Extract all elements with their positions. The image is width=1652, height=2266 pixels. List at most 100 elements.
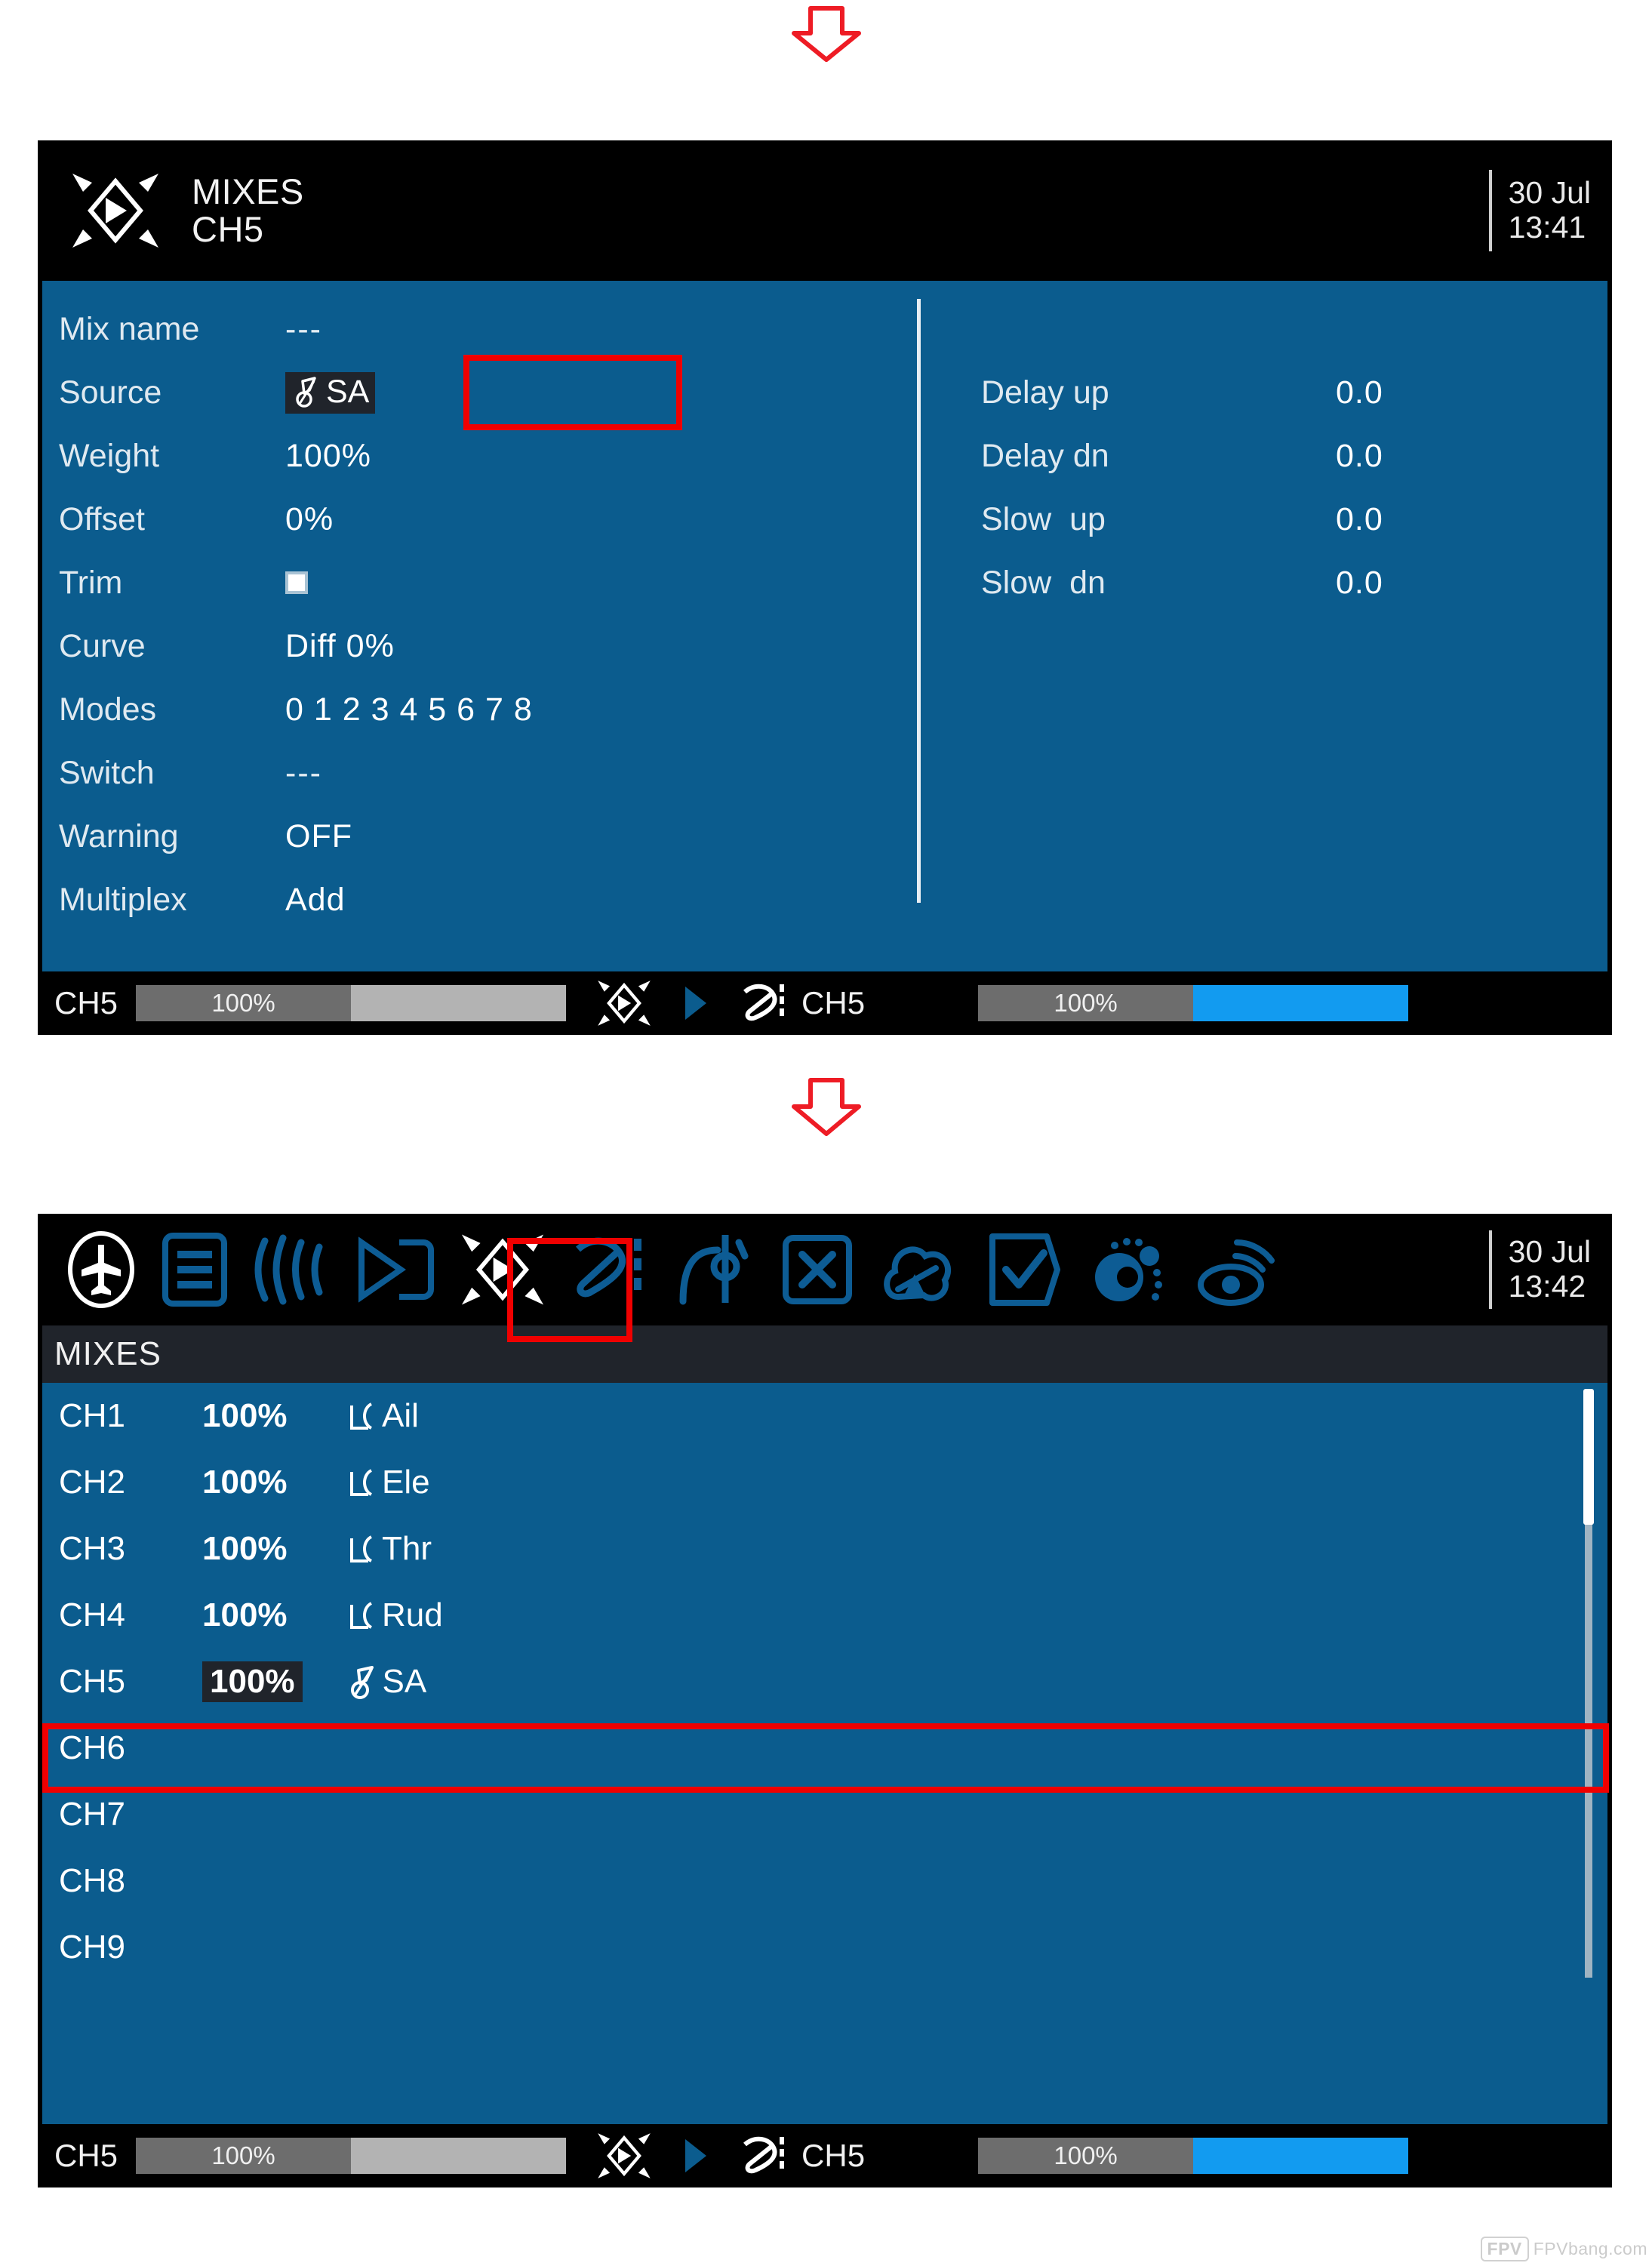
- custom-scripts-icon[interactable]: [972, 1230, 1075, 1309]
- clock-text: 30 Jul 13:41: [1508, 175, 1591, 245]
- status-left-gauge-fill: 100%: [136, 2138, 352, 2174]
- model-setup-icon[interactable]: [146, 1231, 243, 1308]
- mix-row-ch9[interactable]: CH9: [38, 1914, 1612, 1981]
- mix-row-ch4[interactable]: CH4 100% Rud: [38, 1582, 1612, 1649]
- field-trim[interactable]: Trim: [59, 551, 889, 614]
- field-label: Slow dn: [981, 564, 1106, 601]
- field-mix-name[interactable]: Mix name ---: [59, 297, 889, 361]
- status-left-gauge-fill: 100%: [136, 985, 352, 1021]
- field-value: Add: [285, 881, 346, 918]
- field-label: Delay dn: [981, 437, 1109, 474]
- field-value: ---: [285, 310, 322, 347]
- row-channel: CH1: [59, 1397, 126, 1434]
- switch-icon: [346, 1664, 380, 1700]
- mix-row-ch3[interactable]: CH3 100% Thr: [38, 1516, 1612, 1582]
- row-percent[interactable]: 100%: [202, 1661, 303, 1702]
- field-label: Weight: [59, 437, 160, 474]
- trim-checkbox[interactable]: [285, 571, 308, 594]
- watermark: FPV FPVbang.com: [1480, 2237, 1647, 2261]
- mixes-icon: [59, 162, 172, 260]
- field-delay-dn[interactable]: Delay dn 0.0: [981, 424, 1585, 488]
- field-slow-up[interactable]: Slow up 0.0: [981, 488, 1585, 551]
- status-right-gauge-fill: 100%: [978, 985, 1194, 1021]
- mix-row-ch7[interactable]: CH7: [38, 1781, 1612, 1848]
- outputs-icon[interactable]: [558, 1231, 664, 1308]
- display-icon[interactable]: [1182, 1230, 1287, 1309]
- row-percent: 100%: [202, 1530, 288, 1567]
- status-left-gauge-rest: [351, 985, 567, 1021]
- row-source-label: Ele: [382, 1464, 430, 1501]
- field-value: 0.0: [1336, 500, 1383, 537]
- model-select-icon[interactable]: [56, 1230, 146, 1310]
- row-channel: CH3: [59, 1530, 126, 1567]
- mix-row-ch2[interactable]: CH2 100% Ele: [38, 1449, 1612, 1516]
- field-value: OFF: [285, 817, 352, 854]
- logical-switches-icon[interactable]: [767, 1232, 868, 1307]
- row-channel: CH5: [59, 1663, 126, 1700]
- special-functions-icon[interactable]: [868, 1230, 972, 1309]
- mix-detail-left-column: Mix name --- Source SA Weight 100% Offse…: [59, 297, 889, 931]
- row-percent: 100%: [202, 1464, 288, 1501]
- field-label: Trim: [59, 564, 123, 601]
- heli-setup-icon[interactable]: [243, 1230, 346, 1309]
- arrow-down-top: [785, 6, 868, 63]
- mix-row-ch1[interactable]: CH1 100% Ail: [38, 1383, 1612, 1449]
- status-right-gauge-rest: [1193, 985, 1409, 1021]
- mix-channel-list: CH1 100% Ail CH2 100% Ele CH3 100% Thr C…: [38, 1383, 1612, 2124]
- clock-time: 13:41: [1508, 210, 1586, 245]
- status-left-channel: CH5: [54, 985, 118, 1021]
- source-value-highlight[interactable]: SA: [285, 371, 376, 414]
- outputs-icon: [726, 978, 801, 1028]
- status-right-gauge: 100%: [978, 985, 1409, 1021]
- field-curve[interactable]: Curve Diff 0%: [59, 614, 889, 678]
- field-slow-dn[interactable]: Slow dn 0.0: [981, 551, 1585, 614]
- field-delay-up[interactable]: Delay up 0.0: [981, 361, 1585, 424]
- row-source-label: Ail: [382, 1397, 419, 1434]
- field-label: Switch: [59, 754, 155, 791]
- mix-detail-right-column: Delay up 0.0 Delay dn 0.0 Slow up 0.0 Sl…: [981, 361, 1585, 614]
- field-warning[interactable]: Warning OFF: [59, 805, 889, 868]
- curves-icon[interactable]: [664, 1230, 767, 1309]
- field-label: Offset: [59, 500, 145, 537]
- field-label: Modes: [59, 691, 157, 728]
- field-value: 0.0: [1336, 564, 1383, 601]
- field-label: Source: [59, 374, 162, 411]
- watermark-text: FPVbang.com: [1533, 2239, 1647, 2258]
- section-title: MIXES: [54, 1335, 162, 1372]
- page-title: MIXES: [192, 171, 304, 212]
- row-channel: CH8: [59, 1862, 126, 1899]
- mix-row-ch5[interactable]: CH5 100% SA: [38, 1649, 1612, 1715]
- mix-list-screen: 30 Jul 13:42 MIXES CH1 100% Ail CH2 100%…: [38, 1214, 1612, 2187]
- row-source: SA: [346, 1663, 426, 1701]
- clock-divider: [1488, 170, 1492, 251]
- row-source: Thr: [346, 1530, 432, 1568]
- row-channel: CH6: [59, 1729, 126, 1766]
- clock-divider: [1488, 1230, 1492, 1309]
- watermark-badge: FPV: [1480, 2237, 1529, 2261]
- field-source[interactable]: Source SA: [59, 361, 889, 424]
- field-offset[interactable]: Offset 0%: [59, 488, 889, 551]
- field-multiplex[interactable]: Multiplex Add: [59, 868, 889, 931]
- field-value: 0%: [285, 500, 334, 537]
- mix-row-ch8[interactable]: CH8: [38, 1848, 1612, 1914]
- telemetry-icon[interactable]: [1075, 1230, 1182, 1309]
- clock-list: 30 Jul 13:42: [1488, 1230, 1591, 1309]
- field-value: 100%: [285, 437, 371, 474]
- flight-modes-icon[interactable]: [346, 1232, 447, 1307]
- field-label: Mix name: [59, 310, 200, 347]
- clock-date: 30 Jul: [1508, 1234, 1591, 1270]
- status-left-gauge: 100%: [136, 2138, 567, 2174]
- page-subtitle: CH5: [192, 209, 264, 249]
- mix-row-ch6[interactable]: CH6: [38, 1715, 1612, 1781]
- play-arrow-icon: [666, 2136, 726, 2175]
- field-value: 0 1 2 3 4 5 6 7 8: [285, 691, 533, 728]
- list-status-bar: CH5 100% CH5 100%: [38, 2124, 1612, 2187]
- status-left-gauge-rest: [351, 2138, 567, 2174]
- stick-icon: [346, 1466, 379, 1499]
- arrow-down-middle: [785, 1078, 868, 1137]
- field-modes[interactable]: Modes 0 1 2 3 4 5 6 7 8: [59, 678, 889, 741]
- field-weight[interactable]: Weight 100%: [59, 424, 889, 488]
- field-switch[interactable]: Switch ---: [59, 741, 889, 805]
- mixes-icon[interactable]: [447, 1227, 558, 1312]
- list-scrollbar-thumb[interactable]: [1583, 1389, 1594, 1525]
